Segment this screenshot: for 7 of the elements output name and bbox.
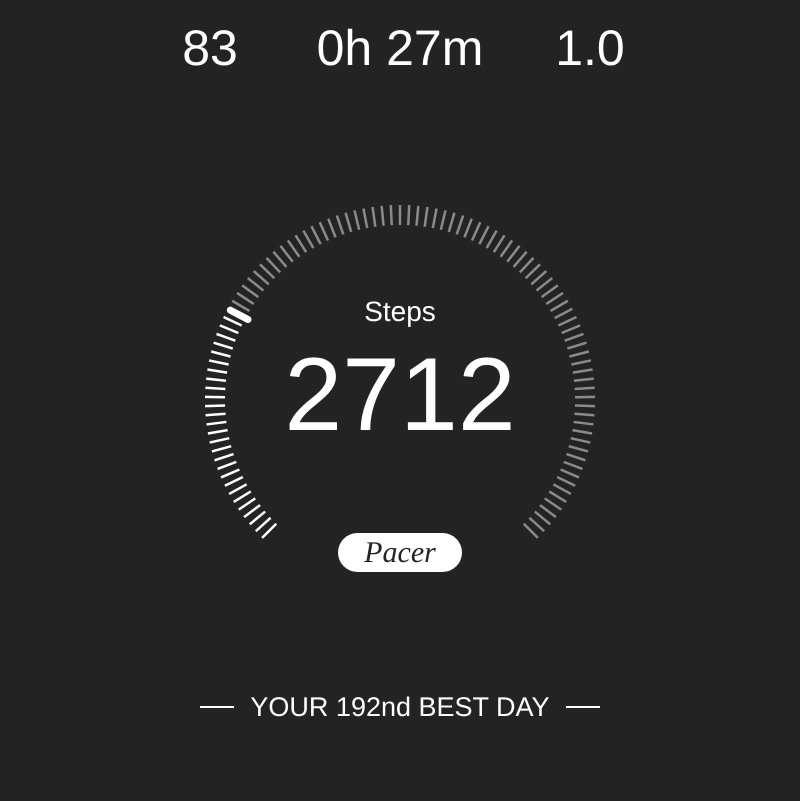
stat-value: 83 bbox=[181, 20, 239, 76]
pacer-logo: Pacer bbox=[338, 533, 462, 572]
steps-label: Steps bbox=[363, 295, 437, 329]
best-day-text: YOUR 192nd BEST DAY bbox=[250, 691, 550, 723]
stat-value: 1.0 bbox=[554, 20, 626, 76]
steps-count: 2712 bbox=[283, 338, 517, 452]
stat-value: 0h 27m bbox=[316, 20, 484, 76]
